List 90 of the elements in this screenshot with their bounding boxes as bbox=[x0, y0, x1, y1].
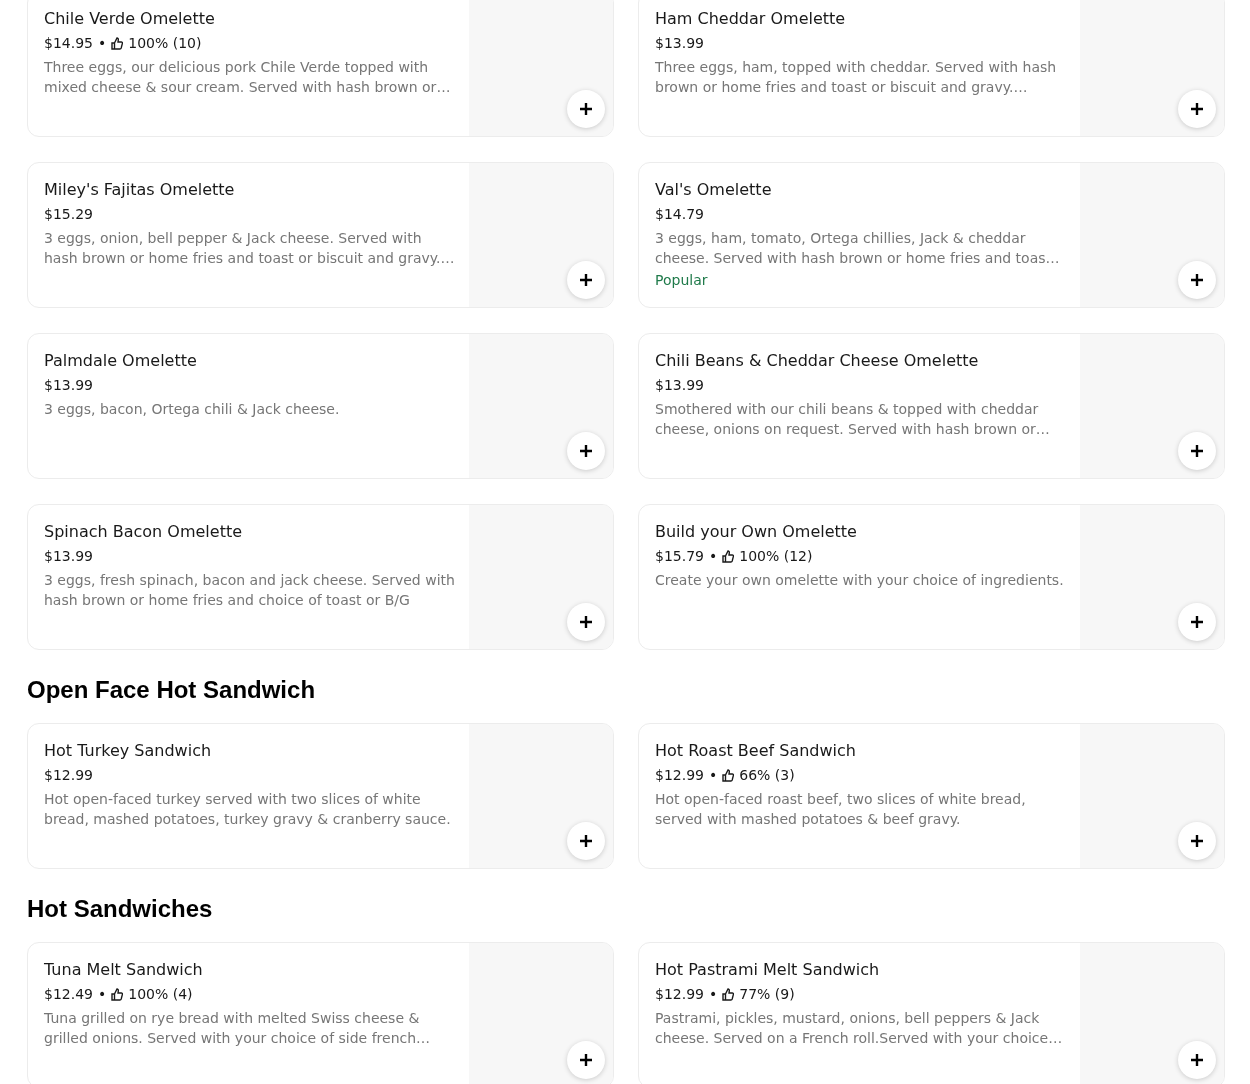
item-name: Val's Omelette bbox=[655, 179, 772, 201]
item-price: $12.99 bbox=[44, 766, 93, 785]
item-name: Miley's Fajitas Omelette bbox=[44, 179, 235, 201]
item-name: Hot Pastrami Melt Sandwich bbox=[655, 959, 880, 981]
rating-score: 77% (9) bbox=[739, 985, 795, 1004]
add-button[interactable] bbox=[1178, 90, 1216, 128]
menu-item-card[interactable]: Ham Cheddar Omelette $13.99 Three eggs, ham, topped with cheddar. Served with hash brown or home fries and toast or biscuit and gravy.… bbox=[638, 0, 1225, 137]
menu-item-card[interactable]: Chile Verde Omelette $14.95 • 100% (10) Three eggs, our delicious pork Chile Verde topped with mixed cheese & sour cream. Served with hash brown or… bbox=[27, 0, 614, 137]
plus-icon bbox=[579, 273, 593, 287]
thumbs-up-icon bbox=[111, 987, 124, 1001]
item-description: Pastrami, pickles, mustard, onions, bell peppers & Jack cheese. Served on a French roll.Served with your choice… bbox=[655, 1009, 1064, 1048]
item-name: Chili Beans & Cheddar Cheese Omelette bbox=[655, 350, 979, 372]
plus-icon bbox=[579, 1053, 593, 1067]
item-price: $15.29 bbox=[44, 205, 93, 224]
item-price: $13.99 bbox=[44, 547, 93, 566]
item-name: Build your Own Omelette bbox=[655, 521, 857, 543]
add-button[interactable] bbox=[567, 261, 605, 299]
rating-score: 66% (3) bbox=[739, 766, 795, 785]
item-description: Hot open-faced turkey served with two slices of white bread, mashed potatoes, turkey gravy & cranberry sauce. bbox=[44, 790, 452, 829]
thumbs-up-icon bbox=[722, 987, 735, 1001]
menu-item-card[interactable]: Chili Beans & Cheddar Cheese Omelette $13.99 Smothered with our chili beans & topped with cheddar cheese, onions on request. Served with hash brown or… bbox=[638, 333, 1225, 479]
item-description: 3 eggs, onion, bell pepper & Jack cheese. Served with hash brown or home fries and toast or biscuit and gravy.… bbox=[44, 229, 456, 268]
plus-icon bbox=[579, 102, 593, 116]
plus-icon bbox=[1190, 273, 1204, 287]
menu-item-card[interactable]: Spinach Bacon Omelette $13.99 3 eggs, fresh spinach, bacon and jack cheese. Served with hash brown or home fries and choice of toast or B/G bbox=[27, 504, 614, 650]
add-button[interactable] bbox=[1178, 603, 1216, 641]
item-description: Three eggs, our delicious pork Chile Verde topped with mixed cheese & sour cream. Served with hash brown or… bbox=[44, 58, 452, 97]
plus-icon bbox=[579, 444, 593, 458]
item-price: $12.99 bbox=[655, 985, 704, 1004]
separator: • bbox=[709, 766, 718, 785]
item-name: Chile Verde Omelette bbox=[44, 8, 215, 30]
item-price: $13.99 bbox=[655, 376, 704, 395]
item-name: Palmdale Omelette bbox=[44, 350, 197, 372]
item-description: Hot open-faced roast beef, two slices of white bread, served with mashed potatoes & beef gravy. bbox=[655, 790, 1027, 829]
item-description: Tuna grilled on rye bread with melted Swiss cheese & grilled onions. Served with your choice of side french… bbox=[44, 1009, 432, 1048]
section-heading: Open Face Hot Sandwich bbox=[27, 675, 316, 705]
menu-item-card[interactable]: Tuna Melt Sandwich $12.49 • 100% (4) Tuna grilled on rye bread with melted Swiss cheese & grilled onions. Served with your choice of side french… bbox=[27, 942, 614, 1084]
menu-item-card[interactable]: Palmdale Omelette $13.99 3 eggs, bacon, Ortega chili & Jack cheese. bbox=[27, 333, 614, 479]
item-description: 3 eggs, bacon, Ortega chili & Jack cheese. bbox=[44, 400, 340, 419]
item-price: $14.79 bbox=[655, 205, 704, 224]
separator: • bbox=[98, 985, 107, 1004]
menu-item-card[interactable]: Build your Own Omelette $15.79 • 100% (12) Create your own omelette with your choice of ingredients. bbox=[638, 504, 1225, 650]
menu-item-card[interactable]: Hot Pastrami Melt Sandwich $12.99 • 77% (9) Pastrami, pickles, mustard, onions, bell peppers & Jack cheese. Served on a French roll.Served with your choice… bbox=[638, 942, 1225, 1084]
add-button[interactable] bbox=[567, 90, 605, 128]
popular-tag: Popular bbox=[655, 270, 708, 290]
item-name: Spinach Bacon Omelette bbox=[44, 521, 243, 543]
item-description: Smothered with our chili beans & topped with cheddar cheese, onions on request. Served with hash brown or… bbox=[655, 400, 1051, 439]
menu-item-card[interactable]: Hot Roast Beef Sandwich $12.99 • 66% (3) Hot open-faced roast beef, two slices of white bread, served with mashed potatoes & beef gravy. bbox=[638, 723, 1225, 869]
menu-item-card[interactable]: Hot Turkey Sandwich $12.99 Hot open-faced turkey served with two slices of white bread, mashed potatoes, turkey gravy & cranberry sauce. bbox=[27, 723, 614, 869]
thumbs-up-icon bbox=[111, 36, 124, 50]
item-price: $13.99 bbox=[44, 376, 93, 395]
plus-icon bbox=[1190, 1053, 1204, 1067]
item-price: $12.49 bbox=[44, 985, 93, 1004]
separator: • bbox=[709, 985, 718, 1004]
item-description: Three eggs, ham, topped with cheddar. Served with hash brown or home fries and toast or biscuit and gravy.… bbox=[655, 58, 1058, 97]
item-name: Ham Cheddar Omelette bbox=[655, 8, 846, 30]
plus-icon bbox=[1190, 615, 1204, 629]
item-description: 3 eggs, fresh spinach, bacon and jack cheese. Served with hash brown or home fries and choice of toast or B/G bbox=[44, 571, 456, 610]
item-price: $13.99 bbox=[655, 34, 704, 53]
item-description: Create your own omelette with your choice of ingredients. bbox=[655, 571, 1064, 590]
plus-icon bbox=[579, 615, 593, 629]
plus-icon bbox=[1190, 102, 1204, 116]
item-description: 3 eggs, ham, tomato, Ortega chillies, Jack & cheddar cheese. Served with hash brown or home fries and toas… bbox=[655, 229, 1061, 268]
separator: • bbox=[98, 34, 107, 53]
item-name: Hot Roast Beef Sandwich bbox=[655, 740, 856, 762]
add-button[interactable] bbox=[1178, 1041, 1216, 1079]
add-button[interactable] bbox=[567, 822, 605, 860]
add-button[interactable] bbox=[1178, 261, 1216, 299]
plus-icon bbox=[579, 834, 593, 848]
add-button[interactable] bbox=[567, 1041, 605, 1079]
separator: • bbox=[709, 547, 718, 566]
item-price: $15.79 bbox=[655, 547, 704, 566]
section-heading: Hot Sandwiches bbox=[27, 894, 213, 924]
item-price: $14.95 bbox=[44, 34, 93, 53]
thumbs-up-icon bbox=[722, 549, 735, 563]
item-name: Tuna Melt Sandwich bbox=[44, 959, 203, 981]
add-button[interactable] bbox=[567, 603, 605, 641]
thumbs-up-icon bbox=[722, 768, 735, 782]
add-button[interactable] bbox=[1178, 822, 1216, 860]
item-name: Hot Turkey Sandwich bbox=[44, 740, 212, 762]
rating-score: 100% (4) bbox=[128, 985, 193, 1004]
add-button[interactable] bbox=[567, 432, 605, 470]
menu-item-card[interactable]: Miley's Fajitas Omelette $15.29 3 eggs, onion, bell pepper & Jack cheese. Served with hash brown or home fries and toast or biscuit and gravy.… bbox=[27, 162, 614, 308]
add-button[interactable] bbox=[1178, 432, 1216, 470]
rating-score: 100% (10) bbox=[128, 34, 202, 53]
plus-icon bbox=[1190, 444, 1204, 458]
rating-score: 100% (12) bbox=[739, 547, 813, 566]
menu-item-card[interactable]: Val's Omelette $14.79 3 eggs, ham, tomato, Ortega chillies, Jack & cheddar cheese. Served with hash brown or home fries and toas… Popular bbox=[638, 162, 1225, 308]
item-price: $12.99 bbox=[655, 766, 704, 785]
plus-icon bbox=[1190, 834, 1204, 848]
